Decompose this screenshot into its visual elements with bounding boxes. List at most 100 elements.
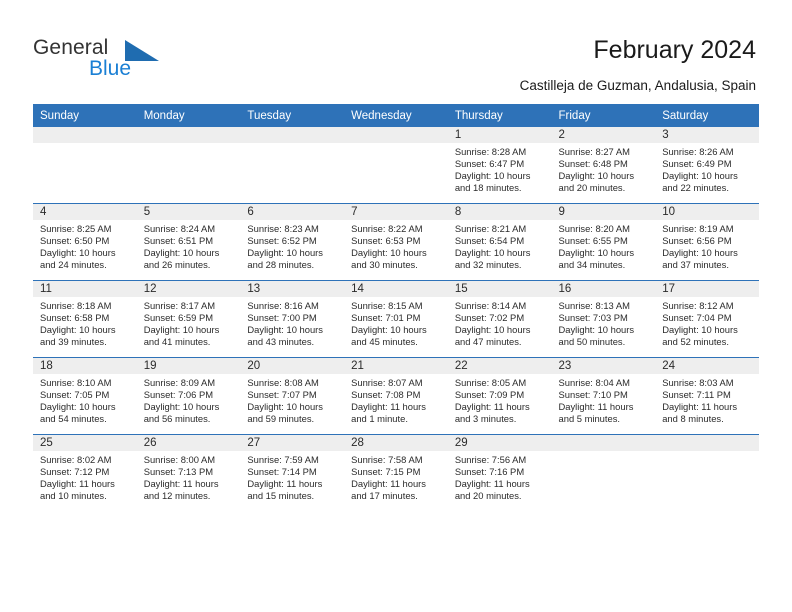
day-cell[interactable]: 9 Sunrise: 8:20 AM Sunset: 6:55 PM Daylight… [551, 203, 656, 281]
day-cell[interactable] [33, 127, 137, 204]
day-cell[interactable]: 15 Sunrise: 8:14 AM Sunset: 7:02 PM Dayligh… [447, 280, 552, 358]
daylight-text-line2: and 5 minutes. [558, 413, 621, 425]
day-number: 4 [33, 204, 137, 220]
day-cell[interactable]: 13 Sunrise: 8:16 AM Sunset: 7:00 PM Dayligh… [240, 280, 345, 358]
day-details [655, 451, 759, 454]
day-details [344, 143, 448, 146]
day-details: Sunrise: 7:59 AM Sunset: 7:14 PM Daylight:… [240, 451, 344, 502]
day-cell[interactable] [240, 127, 345, 204]
day-cell[interactable]: 21 Sunrise: 8:07 AM Sunset: 7:08 PM Dayligh… [344, 357, 448, 435]
day-number: 21 [344, 358, 448, 374]
daylight-text-line2: and 34 minutes. [558, 259, 626, 271]
day-cell[interactable]: 18 Sunrise: 8:10 AM Sunset: 7:05 PM Dayligh… [33, 357, 137, 435]
sunset-text: Sunset: 7:10 PM [558, 389, 628, 401]
sunset-text: Sunset: 7:14 PM [247, 466, 317, 478]
sunrise-text: Sunrise: 8:07 AM [351, 377, 423, 388]
sunset-text: Sunset: 6:48 PM [558, 158, 628, 170]
day-details: Sunrise: 8:09 AM Sunset: 7:06 PM Daylight:… [137, 374, 241, 425]
day-cell[interactable]: 26 Sunrise: 8:00 AM Sunset: 7:13 PM Dayligh… [136, 434, 241, 511]
sunset-text: Sunset: 7:00 PM [247, 312, 317, 324]
day-number: 6 [240, 204, 345, 220]
day-cell[interactable]: 16 Sunrise: 8:13 AM Sunset: 7:03 PM Dayligh… [551, 280, 656, 358]
sunset-text: Sunset: 7:13 PM [143, 466, 214, 478]
daylight-text-line2: and 28 minutes. [247, 259, 315, 271]
day-cell[interactable] [551, 434, 656, 511]
page-title: February 2024 [593, 36, 756, 64]
sunset-text: Sunset: 6:55 PM [558, 235, 628, 247]
day-cell[interactable]: 1 Sunrise: 8:28 AM Sunset: 6:47 PM Daylight… [447, 127, 552, 204]
daylight-text-line2: and 37 minutes. [662, 259, 729, 271]
day-details: Sunrise: 8:22 AM Sunset: 6:53 PM Daylight:… [344, 220, 448, 271]
day-details: Sunrise: 8:14 AM Sunset: 7:02 PM Daylight:… [448, 297, 552, 348]
day-cell[interactable]: 29 Sunrise: 7:56 AM Sunset: 7:16 PM Dayligh… [447, 434, 552, 511]
day-cell[interactable]: 25 Sunrise: 8:02 AM Sunset: 7:12 PM Dayligh… [33, 434, 137, 511]
day-cell[interactable]: 19 Sunrise: 8:09 AM Sunset: 7:06 PM Dayligh… [136, 357, 241, 435]
day-details: Sunrise: 8:05 AM Sunset: 7:09 PM Daylight:… [448, 374, 552, 425]
day-details: Sunrise: 8:15 AM Sunset: 7:01 PM Daylight:… [344, 297, 448, 348]
day-number: 26 [136, 435, 241, 451]
sunrise-text: Sunrise: 8:28 AM [454, 146, 527, 157]
day-number: 10 [655, 204, 759, 220]
day-cell[interactable]: 4 Sunrise: 8:25 AM Sunset: 6:50 PM Daylight… [33, 203, 137, 281]
day-details: Sunrise: 8:12 AM Sunset: 7:04 PM Daylight:… [655, 297, 759, 348]
daylight-text-line2: and 3 minutes. [454, 413, 517, 425]
sunset-text: Sunset: 7:08 PM [351, 389, 421, 401]
day-details: Sunrise: 8:08 AM Sunset: 7:07 PM Daylight:… [240, 374, 344, 425]
day-details: Sunrise: 8:27 AM Sunset: 6:48 PM Daylight:… [552, 143, 656, 194]
day-number: 18 [33, 358, 137, 374]
daylight-text-line2: and 15 minutes. [247, 490, 315, 502]
day-cell[interactable]: 2 Sunrise: 8:27 AM Sunset: 6:48 PM Daylight… [551, 127, 656, 204]
daylight-text-line2: and 56 minutes. [143, 413, 211, 425]
sunset-text: Sunset: 7:02 PM [454, 312, 525, 324]
sunrise-text: Sunrise: 8:23 AM [247, 223, 319, 234]
day-cell[interactable]: 17 Sunrise: 8:12 AM Sunset: 7:04 PM Dayligh… [655, 280, 759, 358]
day-details: Sunrise: 8:03 AM Sunset: 7:11 PM Daylight:… [655, 374, 759, 425]
daylight-text-line1: Daylight: 10 hours [662, 247, 738, 259]
sunrise-text: Sunrise: 8:16 AM [247, 300, 319, 311]
day-cell[interactable]: 8 Sunrise: 8:21 AM Sunset: 6:54 PM Daylight… [447, 203, 552, 281]
day-details: Sunrise: 8:21 AM Sunset: 6:54 PM Daylight:… [448, 220, 552, 271]
sunrise-text: Sunrise: 8:25 AM [40, 223, 112, 234]
sunset-text: Sunset: 6:51 PM [143, 235, 214, 247]
daylight-text-line2: and 41 minutes. [143, 336, 211, 348]
day-details [137, 143, 241, 146]
day-cell[interactable]: 14 Sunrise: 8:15 AM Sunset: 7:01 PM Dayligh… [344, 280, 448, 358]
day-cell[interactable] [136, 127, 241, 204]
day-cell[interactable]: 20 Sunrise: 8:08 AM Sunset: 7:07 PM Dayligh… [240, 357, 345, 435]
day-cell[interactable]: 7 Sunrise: 8:22 AM Sunset: 6:53 PM Daylight… [344, 203, 448, 281]
day-details: Sunrise: 8:00 AM Sunset: 7:13 PM Daylight:… [137, 451, 241, 502]
daylight-text-line1: Daylight: 11 hours [351, 401, 426, 413]
sunrise-text: Sunrise: 7:56 AM [454, 454, 527, 465]
day-details: Sunrise: 8:19 AM Sunset: 6:56 PM Daylight:… [655, 220, 759, 271]
sunrise-text: Sunrise: 8:14 AM [454, 300, 527, 311]
day-cell[interactable]: 28 Sunrise: 7:58 AM Sunset: 7:15 PM Dayligh… [344, 434, 448, 511]
daylight-text-line2: and 18 minutes. [454, 182, 522, 194]
day-cell[interactable]: 10 Sunrise: 8:19 AM Sunset: 6:56 PM Dayligh… [655, 203, 759, 281]
day-cell[interactable]: 27 Sunrise: 7:59 AM Sunset: 7:14 PM Dayligh… [240, 434, 345, 511]
daylight-text-line1: Daylight: 11 hours [662, 401, 738, 413]
calendar-week-row: 1 Sunrise: 8:28 AM Sunset: 6:47 PM Daylight… [33, 127, 759, 204]
day-cell[interactable]: 12 Sunrise: 8:17 AM Sunset: 6:59 PM Dayligh… [136, 280, 241, 358]
day-cell[interactable]: 22 Sunrise: 8:05 AM Sunset: 7:09 PM Dayligh… [447, 357, 552, 435]
day-cell[interactable] [344, 127, 448, 204]
day-cell[interactable] [655, 434, 759, 511]
sunrise-text: Sunrise: 8:04 AM [558, 377, 630, 388]
day-cell[interactable]: 3 Sunrise: 8:26 AM Sunset: 6:49 PM Daylight… [655, 127, 759, 204]
day-cell[interactable]: 24 Sunrise: 8:03 AM Sunset: 7:11 PM Dayligh… [655, 357, 759, 435]
daylight-text-line2: and 10 minutes. [40, 490, 107, 502]
day-cell[interactable]: 5 Sunrise: 8:24 AM Sunset: 6:51 PM Daylight… [136, 203, 241, 281]
day-details: Sunrise: 8:23 AM Sunset: 6:52 PM Daylight:… [240, 220, 344, 271]
daylight-text-line2: and 47 minutes. [454, 336, 522, 348]
day-number: 29 [447, 435, 552, 451]
day-number [33, 127, 137, 143]
sunrise-text: Sunrise: 8:17 AM [143, 300, 216, 311]
day-cell[interactable]: 23 Sunrise: 8:04 AM Sunset: 7:10 PM Dayligh… [551, 357, 656, 435]
day-cell[interactable]: 11 Sunrise: 8:18 AM Sunset: 6:58 PM Dayligh… [33, 280, 137, 358]
day-details [240, 143, 344, 146]
day-cell[interactable]: 6 Sunrise: 8:23 AM Sunset: 6:52 PM Daylight… [240, 203, 345, 281]
calendar-week-row: 4 Sunrise: 8:25 AM Sunset: 6:50 PM Daylight… [33, 203, 759, 281]
sunrise-text: Sunrise: 8:12 AM [662, 300, 734, 311]
weekday-header-sunday: Sunday [33, 104, 137, 127]
day-details: Sunrise: 8:24 AM Sunset: 6:51 PM Daylight:… [137, 220, 241, 271]
day-details [33, 143, 137, 146]
